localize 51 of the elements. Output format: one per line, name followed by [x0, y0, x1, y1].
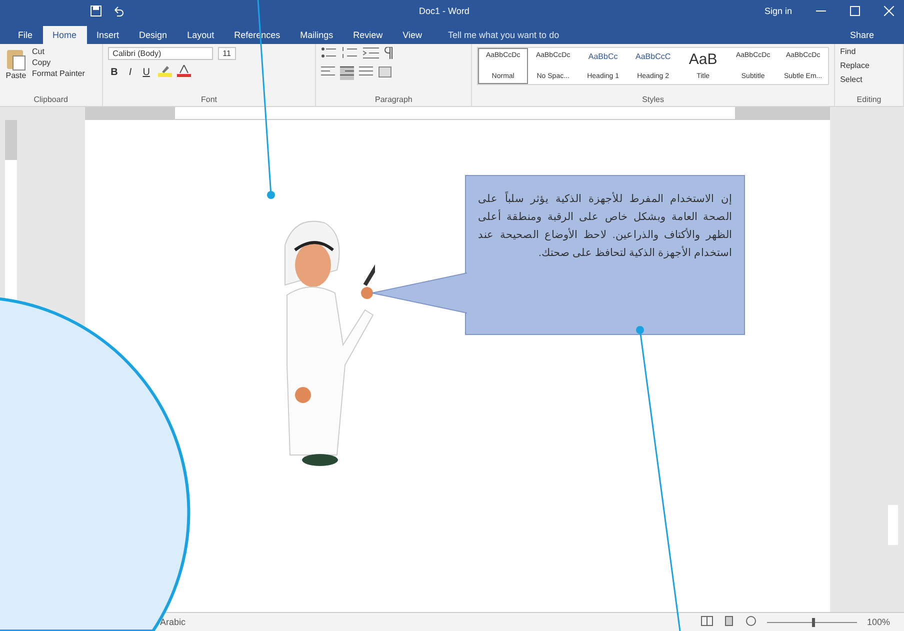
style-sample: AaBbCcC: [636, 52, 671, 61]
editing-button[interactable]: Select: [840, 75, 898, 84]
undo-icon[interactable]: [112, 5, 124, 17]
window-title: Doc1 - Word: [418, 6, 470, 16]
web-layout-icon[interactable]: [744, 616, 757, 628]
print-layout-icon[interactable]: [722, 616, 735, 628]
pilcrow-icon[interactable]: [384, 47, 394, 61]
group-label: Styles: [641, 95, 665, 106]
sign-in-link[interactable]: Sign in: [764, 6, 792, 16]
shading-icon[interactable]: [378, 66, 392, 80]
read-mode-icon[interactable]: [700, 616, 713, 628]
maximize-icon[interactable]: [850, 6, 860, 16]
callout-text: إن الاستخدام المفرط للأجهزة الذكية يؤثر سلباً على الصحة العامة وبشكل خاص على الرقبة ومنطقة أعلى الظهر والأكتاف والذراعين. لاحظ الأوضاع الصحيحة عند استخدام الأجهزة الذكية لتحافظ على صحتك.: [478, 190, 732, 261]
editing-button[interactable]: Find: [840, 47, 898, 56]
save-icon[interactable]: [90, 5, 102, 17]
ribbon-tab[interactable]: References: [224, 26, 290, 44]
close-icon[interactable]: [884, 6, 894, 16]
paste-button[interactable]: Paste: [5, 47, 27, 95]
ribbon-tab[interactable]: Layout: [177, 26, 224, 44]
group-label: Font: [200, 95, 218, 106]
indent-icon[interactable]: [363, 47, 380, 61]
copy-button[interactable]: Copy: [32, 58, 85, 67]
style-sample: AaBbCc: [588, 52, 618, 61]
numbering-icon[interactable]: [342, 47, 358, 61]
highlight-icon[interactable]: [158, 65, 172, 79]
ribbon-tab[interactable]: View: [392, 26, 432, 44]
font-color-icon[interactable]: [176, 65, 191, 79]
font-size-field[interactable]: 11: [218, 47, 236, 60]
group-label: Paragraph: [374, 95, 414, 106]
language-indicator[interactable]: Arabic: [160, 617, 186, 627]
format-button[interactable]: I: [126, 66, 135, 78]
tell-me-field[interactable]: Tell me what you want to do: [444, 26, 564, 44]
align-right-icon[interactable]: [340, 66, 354, 80]
ribbon-tab[interactable]: Insert: [86, 26, 130, 44]
group-label: Editing: [856, 95, 882, 106]
font-name-field[interactable]: Calibri (Body): [108, 47, 213, 60]
zoom-level[interactable]: 100%: [866, 617, 890, 627]
format-button[interactable]: U: [140, 66, 153, 78]
ribbon-tab[interactable]: Design: [129, 26, 178, 44]
share-button[interactable]: Share: [844, 26, 904, 44]
format-button[interactable]: B: [108, 66, 121, 78]
ribbon-tab[interactable]: Home: [42, 26, 87, 44]
clipboard-icon: [5, 47, 27, 71]
style-sample: AaB: [688, 52, 718, 67]
ribbon-tab[interactable]: Review: [343, 26, 393, 44]
editing-button[interactable]: Replace: [840, 61, 898, 70]
ribbon-tab[interactable]: File: [8, 26, 43, 44]
group-label: Clipboard: [32, 95, 69, 106]
format-painter-button[interactable]: Format Painter: [32, 69, 85, 78]
ribbon-tab[interactable]: Mailings: [290, 26, 344, 44]
cut-button[interactable]: Cut: [32, 47, 85, 56]
